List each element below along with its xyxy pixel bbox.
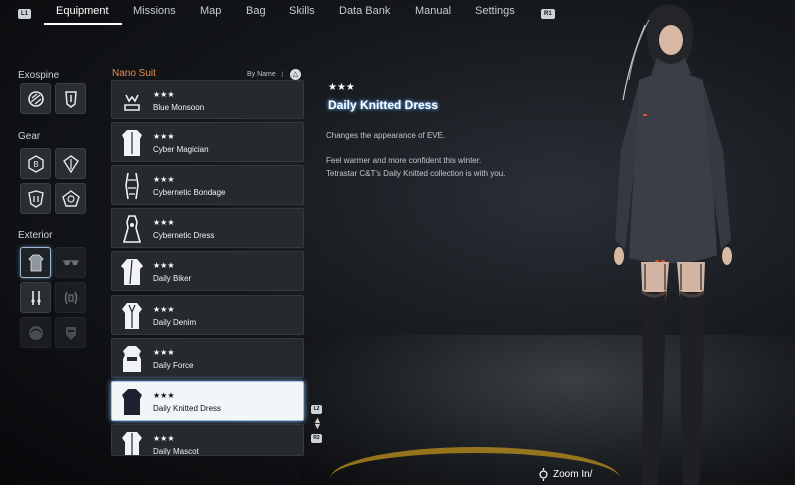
daily-biker-thumbnail-icon [121,259,143,285]
r1-button-hint: R1 [541,9,555,19]
detail-description-line-2: Feel warmer and more confident this wint… [326,156,482,165]
hairstyle-icon [28,325,43,340]
tab-manual[interactable]: Manual [415,5,451,17]
svg-text:B: B [33,160,38,169]
exterior-slot-mask[interactable] [55,317,86,348]
gear-slot-2-icon [62,154,79,173]
gear-slot-4-icon [61,189,80,207]
gear-slot-1[interactable]: B [20,148,51,179]
tab-map[interactable]: Map [200,5,221,17]
item-stars: ★★★ [153,434,175,443]
list-item[interactable]: ★★★ Daily Mascot [111,424,304,456]
list-item[interactable]: ★★★ Blue Monsoon [111,80,304,119]
cyber-magician-thumbnail-icon [122,130,142,156]
gear-slot-4[interactable] [55,183,86,214]
item-name: Daily Denim [153,318,197,327]
cybernetic-dress-thumbnail-icon [122,215,142,243]
zoom-label: Zoom In/ [553,469,593,480]
item-name: Cyber Magician [153,145,209,154]
list-item[interactable]: ★★★ Cyber Magician [111,122,304,162]
tab-settings[interactable]: Settings [475,5,515,17]
item-stars: ★★★ [153,175,175,184]
list-item-selected[interactable]: ★★★ Daily Knitted Dress [111,381,304,421]
blue-monsoon-thumbnail-icon [124,94,140,111]
list-item[interactable]: ★★★ Daily Denim [111,295,304,335]
daily-mascot-thumbnail-icon [122,432,142,455]
item-name: Blue Monsoon [153,103,205,112]
daily-denim-thumbnail-icon [122,303,142,329]
exterior-slot-suit[interactable] [20,247,51,278]
item-name: Daily Mascot [153,447,199,456]
cybernetic-bondage-thumbnail-icon [125,172,139,200]
suit-icon [27,254,44,271]
tab-missions[interactable]: Missions [133,5,176,17]
sort-label[interactable]: By Name [247,71,276,78]
exterior-slot-hair-ornament[interactable] [55,282,86,313]
character-model [614,4,732,485]
exospine-icon [27,90,44,107]
item-name: Cybernetic Bondage [153,188,226,197]
exospine-label: Exospine [18,70,60,81]
exospine-slot-1[interactable] [20,83,51,114]
tab-bag[interactable]: Bag [246,5,266,17]
tab-data-bank[interactable]: Data Bank [339,5,390,17]
hair-ornament-icon [64,291,77,304]
scroll-arrows-icon[interactable]: ▲ ▼ [313,416,322,431]
list-item[interactable]: ★★★ Cybernetic Dress [111,208,304,248]
detail-title: Daily Knitted Dress [328,98,439,112]
l1-button-hint: L1 [18,9,32,19]
tab-equipment[interactable]: Equipment [56,5,109,17]
active-tab-underline [44,23,122,25]
list-item[interactable]: ★★★ Daily Force [111,338,304,378]
detail-description-line-1: Changes the appearance of EVE. [326,131,446,140]
gear-slot-3-icon [27,189,44,208]
item-stars: ★★★ [153,218,175,227]
item-name: Daily Knitted Dress [153,404,222,413]
item-name: Daily Biker [153,274,192,283]
sort-button[interactable]: △ [290,69,301,80]
exterior-slot-glasses[interactable] [55,247,86,278]
item-stars: ★★★ [153,305,175,314]
daily-force-thumbnail-icon [123,346,141,372]
gear-slot-1-icon: B [27,154,44,173]
l2-scroll-hint: L2 [311,405,322,414]
daily-knitted-dress-thumbnail-icon [122,389,142,415]
item-name: Daily Force [153,361,194,370]
item-name: Cybernetic Dress [153,231,215,240]
r2-scroll-hint: R2 [311,434,322,443]
earrings-icon [30,290,41,305]
mask-icon [65,326,76,340]
exospine-slot-2[interactable] [55,83,86,114]
list-title: Nano Suit [112,68,156,79]
right-stick-icon [539,468,548,481]
list-item[interactable]: ★★★ Daily Biker [111,251,304,291]
exterior-slot-earrings[interactable] [20,282,51,313]
gear-label: Gear [18,131,41,142]
item-stars: ★★★ [153,261,175,270]
exterior-label: Exterior [18,230,53,241]
exterior-slot-hairstyle[interactable] [20,317,51,348]
item-stars: ★★★ [153,90,175,99]
glasses-icon [62,259,79,265]
zoom-control[interactable]: Zoom In/ [539,468,592,481]
sort-dots-icon: ⁝ [281,70,284,79]
detail-description-line-3: Tetrastar C&T's Daily Knitted collection… [326,169,506,178]
item-stars: ★★★ [153,391,175,400]
exospine-alt-icon [64,90,77,108]
gear-slot-2[interactable] [55,148,86,179]
detail-stars: ★★★ [328,82,355,93]
list-item[interactable]: ★★★ Cybernetic Bondage [111,165,304,205]
item-stars: ★★★ [153,132,175,141]
tab-skills[interactable]: Skills [289,5,315,17]
item-stars: ★★★ [153,348,175,357]
gear-slot-3[interactable] [20,183,51,214]
